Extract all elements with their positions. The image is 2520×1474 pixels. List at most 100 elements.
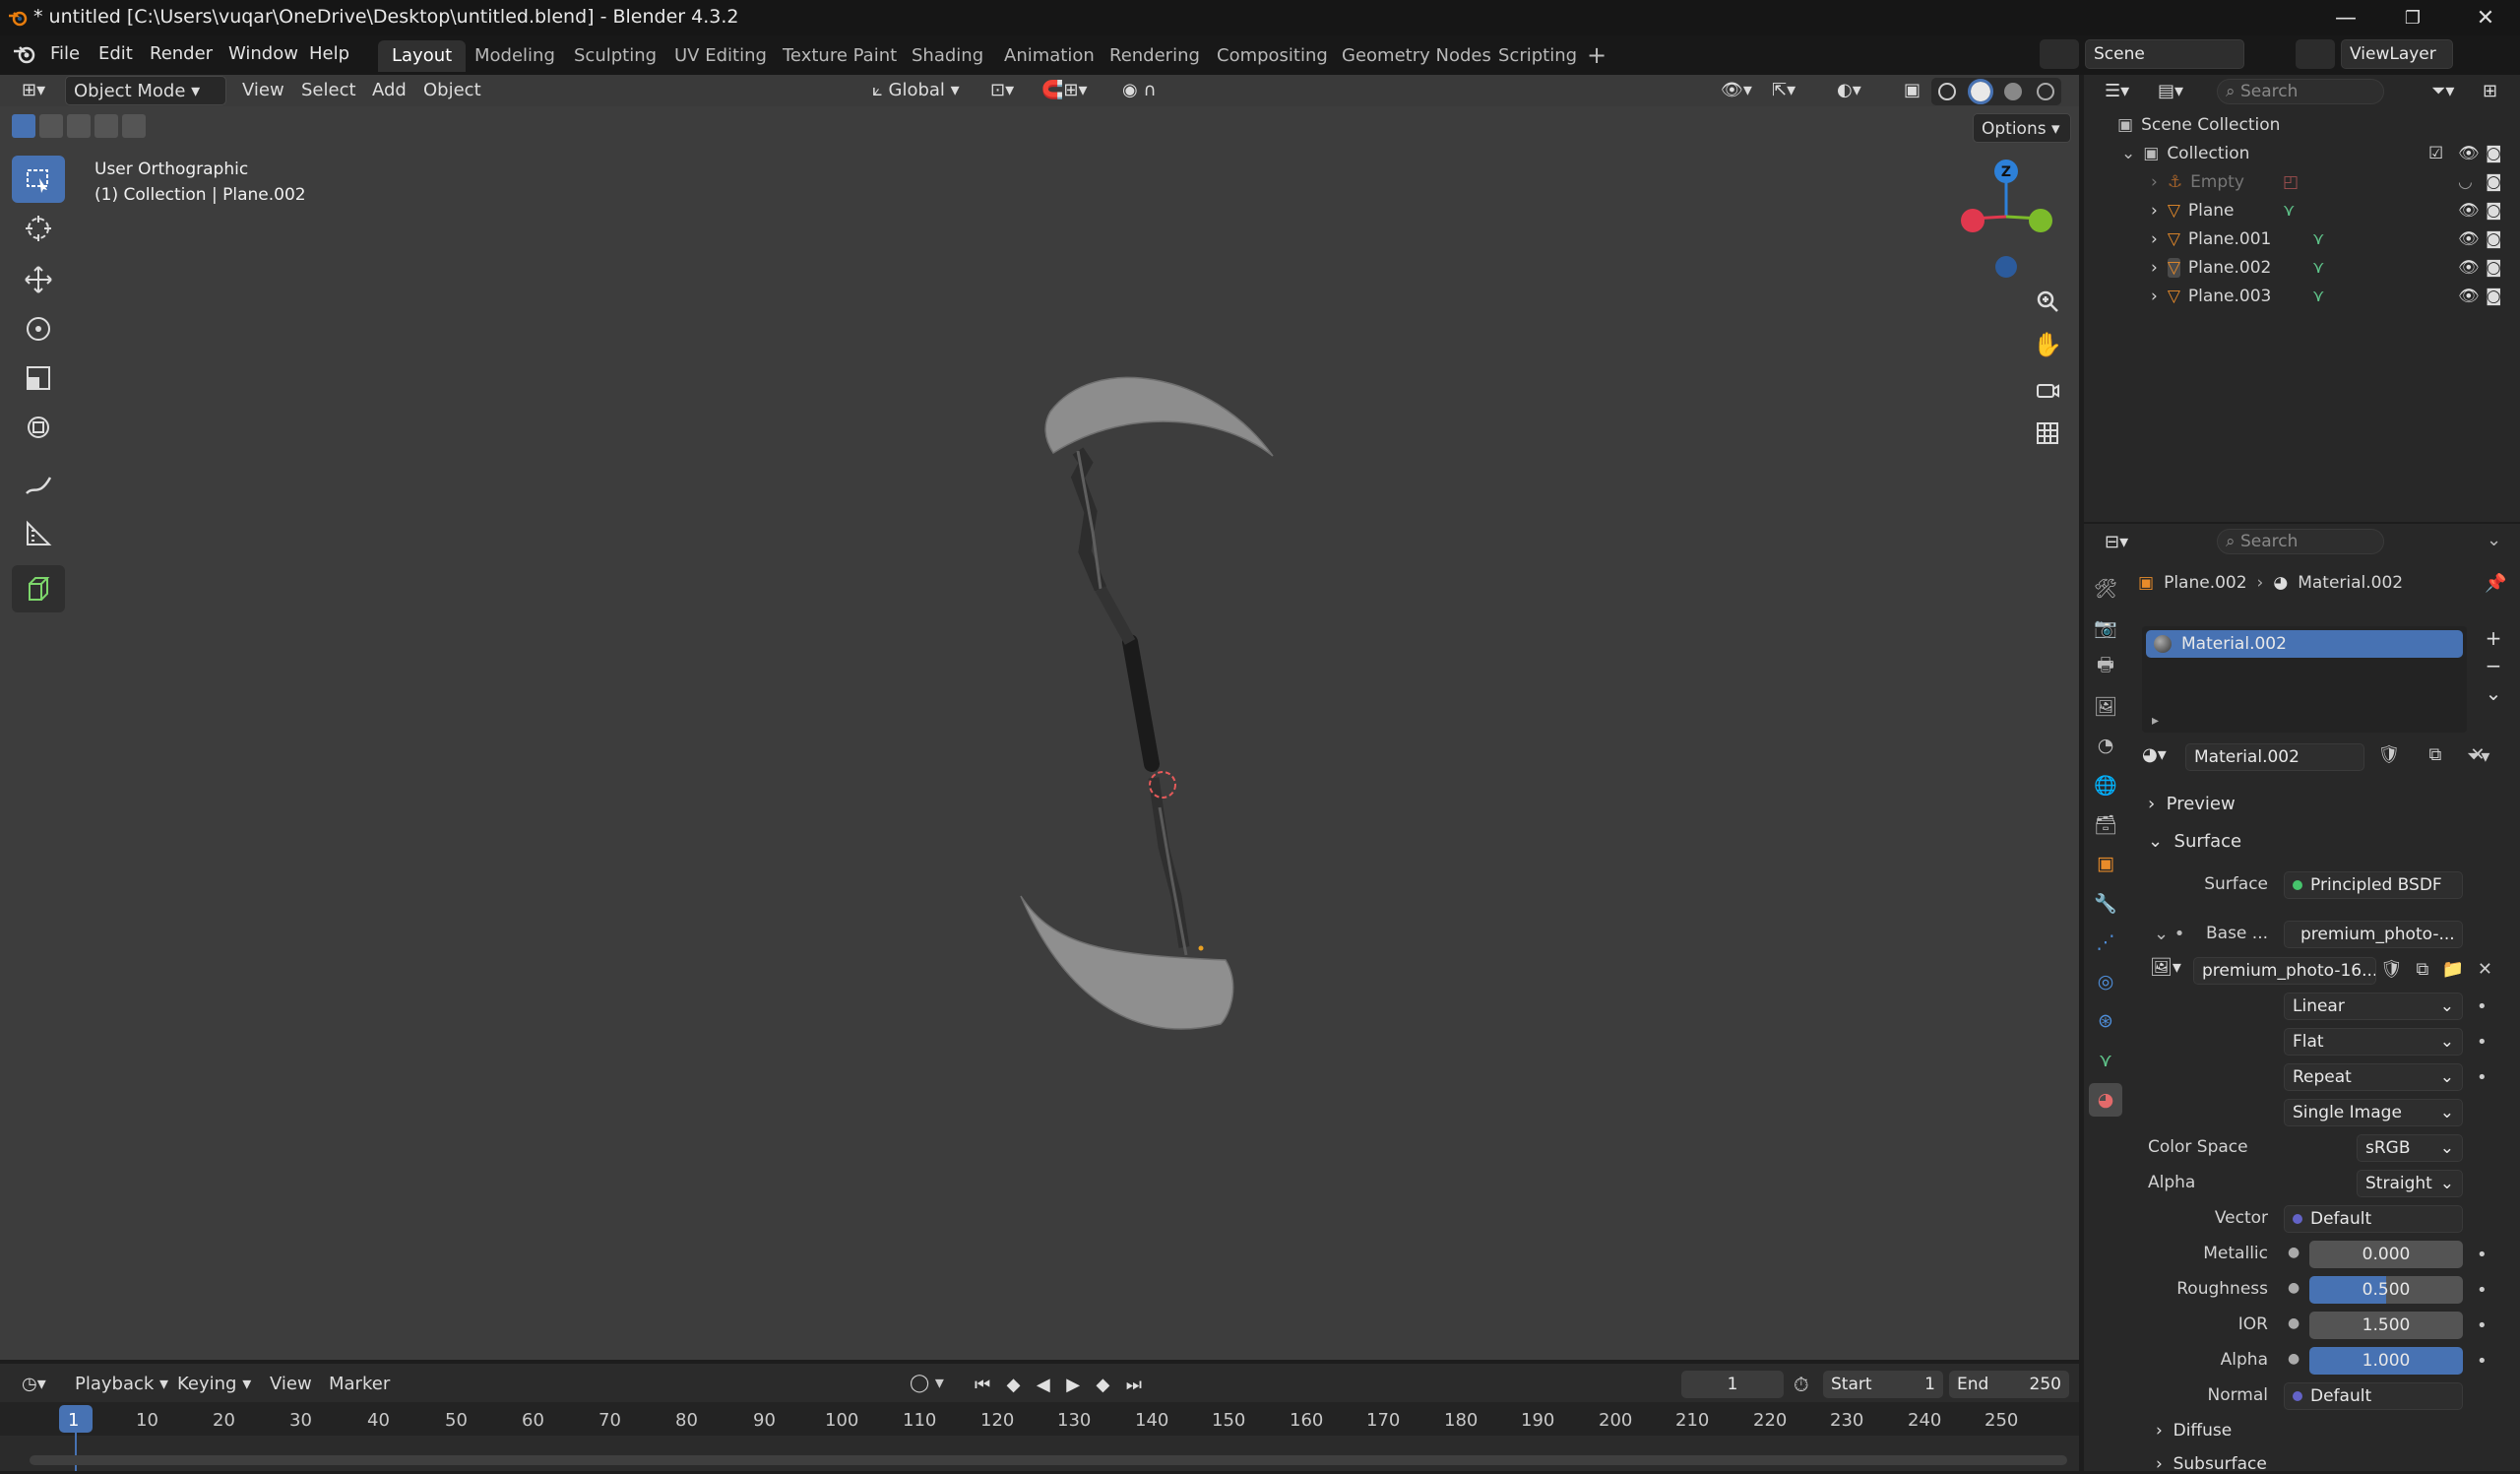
jump-start-icon[interactable]: ⏮ (975, 1375, 990, 1395)
material-shading-icon[interactable] (2004, 83, 2023, 100)
modifier-tab-icon[interactable]: 🔧 (2089, 886, 2122, 920)
zoom-icon[interactable] (2026, 280, 2069, 323)
chevron-right-icon[interactable]: › (2151, 287, 2158, 306)
browse-material-icon[interactable]: ◕▾ (2142, 744, 2181, 772)
add-slot-icon[interactable]: + (2486, 626, 2502, 650)
auto-keying-icon[interactable]: ◯ ▾ (910, 1373, 949, 1396)
keying-menu[interactable]: Keying ▾ (169, 1370, 259, 1399)
duplicate-icon[interactable]: ⧉ (2428, 744, 2441, 772)
current-frame-field[interactable]: 1 (1681, 1371, 1784, 1398)
camera-icon[interactable]: ◙ (2486, 201, 2502, 221)
extension-dropdown[interactable]: Repeat ⌄ (2284, 1063, 2463, 1091)
metallic-slider[interactable]: 0.000 (2309, 1241, 2463, 1268)
tab-geometry-nodes[interactable]: Geometry Nodes (1328, 40, 1505, 72)
physics-tab-icon[interactable]: ◎ (2089, 965, 2122, 998)
keyframe-dot-icon[interactable]: • (2477, 996, 2488, 1017)
camera-icon[interactable]: ◙ (2486, 229, 2502, 249)
normal-field[interactable]: Default (2284, 1382, 2463, 1410)
camera-icon[interactable]: ◙ (2486, 287, 2502, 306)
gizmo-toggle-icon[interactable]: ⇱▾ (1764, 76, 1811, 105)
solid-shading-icon[interactable] (1967, 79, 1993, 104)
camera-view-icon[interactable] (2026, 368, 2069, 412)
select-new-icon[interactable] (12, 114, 35, 138)
collection-row[interactable]: ⌄ ▣ Collection ☑ 👁 ◙ (2084, 139, 2520, 167)
interpolation-dropdown[interactable]: Linear ⌄ (2284, 993, 2463, 1020)
base-color-link-field[interactable]: premium_photo-... (2284, 921, 2463, 948)
transform-tool[interactable] (12, 404, 65, 451)
jump-end-icon[interactable]: ⏭ (1126, 1375, 1142, 1395)
tab-rendering[interactable]: Rendering (1096, 40, 1214, 72)
render-tab-icon[interactable]: 📷 (2089, 610, 2122, 644)
pan-hand-icon[interactable]: ✋ (2026, 323, 2069, 366)
select-subtract-icon[interactable] (67, 114, 91, 138)
orientation-dropdown[interactable]: ⟀ Global ▾ (864, 76, 976, 105)
scale-tool[interactable] (12, 354, 65, 402)
neg-z-axis-icon[interactable] (1995, 256, 2017, 278)
timeline-scrollbar[interactable] (30, 1455, 2067, 1465)
tool-tab-icon[interactable]: 🛠 (2089, 571, 2122, 605)
outliner-item-empty[interactable]: › ⚓ Empty ◰ ◡ ◙ (2084, 167, 2520, 196)
add-workspace-icon[interactable]: + (1587, 41, 1606, 69)
wireframe-shading-icon[interactable] (1938, 83, 1957, 100)
view-layer-tab-icon[interactable]: 🖼 (2089, 689, 2122, 723)
add-menu[interactable]: Add (364, 76, 414, 105)
measure-tool[interactable] (12, 510, 65, 557)
restore-icon[interactable]: ❐ (2382, 0, 2443, 35)
diffuse-panel-header[interactable]: › Diffuse (2156, 1421, 2232, 1441)
marker-menu[interactable]: Marker (321, 1370, 398, 1399)
chevron-right-icon[interactable]: › (2151, 201, 2158, 221)
scene-name-field[interactable]: Scene (2085, 39, 2244, 69)
outliner-editor-type-icon[interactable]: ☰▾ (2097, 77, 2140, 106)
next-keyframe-icon[interactable]: ◆ (1096, 1375, 1109, 1395)
keyframe-dot-icon[interactable]: • (2477, 1245, 2488, 1265)
roughness-slider[interactable]: 0.500 (2309, 1276, 2463, 1304)
outliner-item-plane-001[interactable]: › ▽ Plane.001 ⋎ 👁 ◙ (2084, 224, 2520, 253)
chevron-right-icon[interactable]: › (2151, 172, 2158, 192)
tab-modeling[interactable]: Modeling (461, 40, 569, 72)
world-tab-icon[interactable]: 🌐 (2089, 768, 2122, 801)
menu-render[interactable]: Render (150, 43, 213, 64)
eye-icon[interactable]: 👁 (2458, 144, 2480, 163)
end-frame-field[interactable]: End 250 (1949, 1371, 2069, 1398)
overlays-icon[interactable]: ◐▾ (1829, 76, 1876, 105)
close-icon[interactable]: ✕ (2455, 0, 2516, 35)
minimize-icon[interactable]: — (2315, 0, 2376, 35)
tab-shading[interactable]: Shading (898, 40, 997, 72)
material-tab-icon[interactable]: ◕ (2089, 1083, 2122, 1117)
scene-selector-icon[interactable] (2040, 39, 2079, 69)
move-tool[interactable] (12, 256, 65, 303)
fake-user-icon[interactable]: 🛡 (2378, 744, 2401, 772)
stopwatch-icon[interactable]: ⏱ (1794, 1373, 1809, 1396)
select-extend-icon[interactable] (39, 114, 63, 138)
subsurface-panel-header[interactable]: › Subsurface (2156, 1454, 2267, 1474)
proportional-edit-icon[interactable]: ◉ ∩ (1114, 76, 1183, 105)
camera-icon[interactable]: ◙ (2486, 258, 2502, 278)
pin-icon[interactable]: 📌 (2485, 573, 2506, 594)
output-tab-icon[interactable]: 🖶 (2089, 650, 2122, 683)
timeline-editor-type-icon[interactable]: ◷▾ (14, 1370, 61, 1399)
alpha-slider[interactable]: 1.000 (2309, 1347, 2463, 1375)
select-intersect-icon[interactable] (122, 114, 146, 138)
playback-menu[interactable]: Playback ▾ (67, 1370, 176, 1399)
data-tab-icon[interactable]: ⋎ (2089, 1044, 2122, 1077)
unlink-icon[interactable]: ✕ (2478, 959, 2492, 980)
material-slot-item[interactable]: Material.002 (2146, 630, 2463, 658)
xray-icon[interactable]: ▣ (1896, 76, 1925, 105)
ior-field[interactable]: 1.500 (2309, 1312, 2463, 1339)
eye-icon[interactable]: 👁 (2458, 201, 2480, 221)
outliner-item-plane[interactable]: › ▽ Plane ⋎ 👁 ◙ (2084, 196, 2520, 224)
prev-keyframe-icon[interactable]: ◆ (1007, 1375, 1021, 1395)
rendered-shading-icon[interactable] (2036, 83, 2054, 100)
outliner-search-input[interactable]: ⌕ Search (2217, 79, 2384, 104)
camera-icon[interactable]: ◙ (2486, 144, 2502, 163)
chevron-right-icon[interactable]: › (2151, 229, 2158, 249)
play-icon[interactable]: ▶ (1066, 1375, 1080, 1395)
navigation-gizmo[interactable]: Z (1953, 156, 2061, 284)
y-axis-icon[interactable] (2029, 209, 2052, 232)
outliner-item-plane-003[interactable]: › ▽ Plane.003 ⋎ 👁 ◙ (2084, 282, 2520, 310)
constraints-tab-icon[interactable]: ⊛ (2089, 1004, 2122, 1038)
annotate-tool[interactable] (12, 461, 65, 508)
x-axis-icon[interactable] (1961, 209, 1984, 232)
tab-uv-editing[interactable]: UV Editing (661, 40, 781, 72)
snap-icon[interactable]: 🧲⊞▾ (1034, 76, 1110, 105)
